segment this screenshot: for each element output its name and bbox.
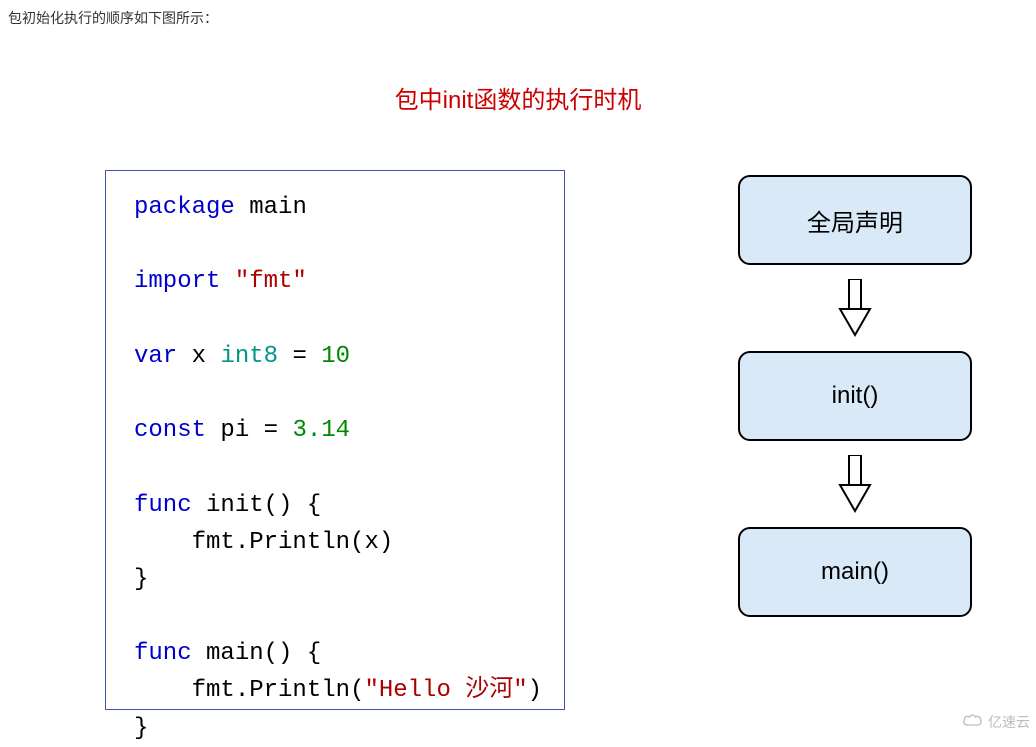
code-text: main [235, 194, 307, 221]
code-line: fmt.Println(x) [134, 524, 536, 561]
string-literal: "Hello 沙河" [364, 677, 527, 704]
code-line: package main [134, 189, 536, 226]
watermark-text: 亿速云 [988, 712, 1030, 732]
code-line: fmt.Println("Hello 沙河") [134, 672, 536, 709]
code-blank [134, 375, 536, 412]
code-line: import "fmt" [134, 263, 536, 300]
number-literal: 3.14 [292, 417, 350, 444]
code-blank [134, 301, 536, 338]
code-line: func main() { [134, 635, 536, 672]
code-text: pi = [206, 417, 292, 444]
flow-step-init: init() [738, 351, 972, 441]
code-text: main() { [192, 640, 322, 667]
flow-step-global-decl: 全局声明 [738, 175, 972, 265]
string-literal: "fmt" [220, 268, 306, 295]
keyword-func: func [134, 492, 192, 519]
keyword-var: var [134, 343, 177, 370]
flow-arrow-icon [838, 279, 872, 337]
code-blank [134, 449, 536, 486]
code-text: fmt.Println( [134, 677, 364, 704]
code-line: var x int8 = 10 [134, 338, 536, 375]
keyword-func: func [134, 640, 192, 667]
code-line: func init() { [134, 487, 536, 524]
number-literal: 10 [321, 343, 350, 370]
keyword-package: package [134, 194, 235, 221]
code-text: = [278, 343, 321, 370]
page-description: 包初始化执行的顺序如下图所示： [8, 8, 218, 28]
diagram-title: 包中init函数的执行时机 [0, 80, 1036, 115]
code-blank [134, 226, 536, 263]
flow-step-main: main() [738, 527, 972, 617]
keyword-import: import [134, 268, 220, 295]
code-text: ) [528, 677, 542, 704]
flowchart: 全局声明 init() main() [735, 175, 975, 617]
type-name: int8 [220, 343, 278, 370]
code-block: package main import "fmt" var x int8 = 1… [105, 170, 565, 710]
code-text: x [177, 343, 220, 370]
code-text: init() { [192, 492, 322, 519]
code-line: } [134, 561, 536, 598]
keyword-const: const [134, 417, 206, 444]
flow-arrow-icon [838, 455, 872, 513]
code-line: const pi = 3.14 [134, 412, 536, 449]
cloud-icon [962, 713, 984, 732]
code-blank [134, 598, 536, 635]
code-line: } [134, 710, 536, 747]
watermark: 亿速云 [962, 712, 1030, 732]
